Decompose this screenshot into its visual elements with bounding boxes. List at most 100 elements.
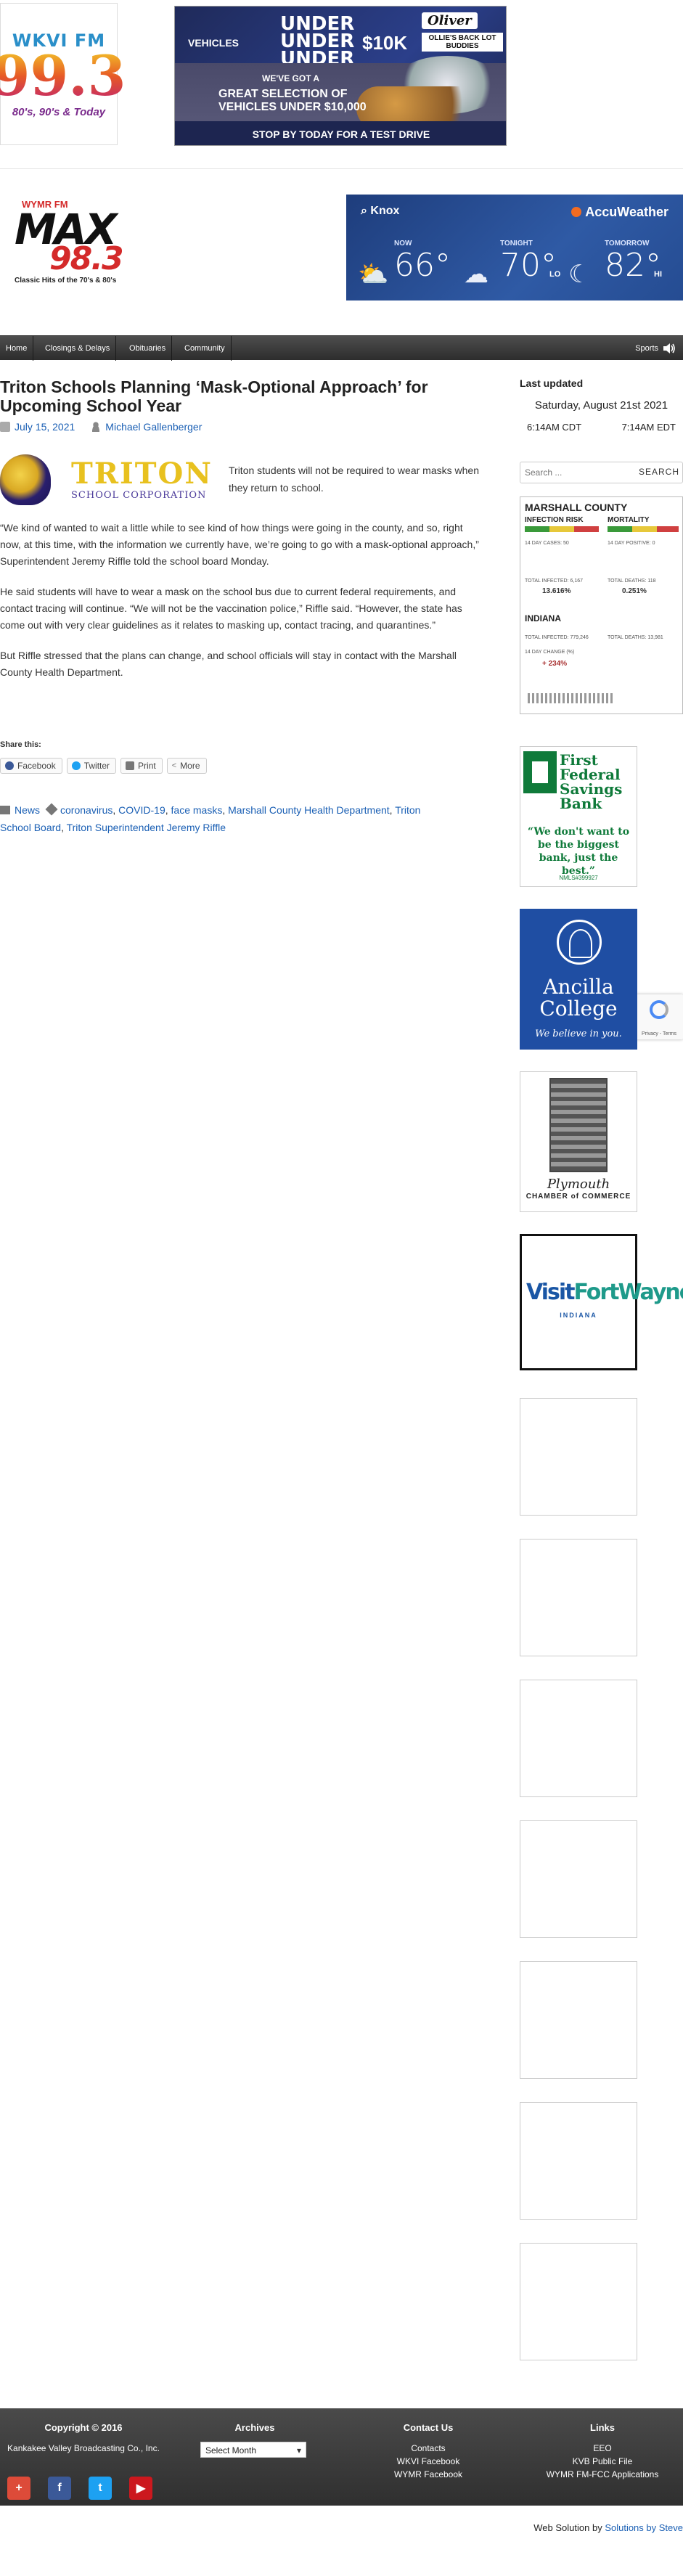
banner-amount: $10K [362, 32, 408, 54]
empty-ad-slot [520, 1961, 637, 2079]
ancilla-college-ad[interactable]: Ancilla College We believe in you. [520, 909, 637, 1050]
sidebar: Last updated Saturday, August 21st 2021 … [520, 377, 683, 2360]
ffsb-quote: “We don't want to be the biggest bank, j… [527, 826, 630, 877]
site-credit: Web Solution by Solutions by Steve [533, 2522, 683, 2533]
first-federal-ad[interactable]: First Federal Savings Bank “We don't wan… [520, 746, 637, 887]
ffsb-name-4: Bank [560, 795, 602, 812]
tag-link[interactable]: Triton [395, 804, 420, 816]
google-plus-icon[interactable]: + [7, 2477, 30, 2500]
covid-state: INDIANA [525, 613, 561, 623]
plymouth-chamber-ad[interactable]: Plymouth CHAMBER of COMMERCE [520, 1071, 637, 1212]
footer-copyright-title: Copyright © 2016 [44, 2422, 123, 2433]
search-button[interactable]: SEARCH [639, 467, 679, 477]
search-form: SEARCH [520, 462, 683, 483]
covid-county-row: TOTAL INFECTED: 6,167 [525, 578, 584, 584]
tag-link[interactable]: COVID-19 [118, 804, 165, 816]
user-icon [91, 422, 102, 432]
weather-now: ⛅ NOW 66° [358, 240, 459, 298]
ancilla-name: Ancilla College [520, 976, 637, 1020]
credit-link[interactable]: Solutions by Steve [605, 2522, 683, 2533]
archives-select[interactable]: Select Month [200, 2442, 306, 2458]
share-more-button[interactable]: < More [166, 758, 207, 774]
tag-icon [45, 803, 58, 816]
nav-closings-delays[interactable]: Closings & Delays [39, 336, 117, 361]
ancilla-seal-icon [557, 920, 602, 965]
footer-link[interactable]: WYMR FM-FCC Applications [537, 2468, 668, 2481]
footer-link[interactable]: KVB Public File [537, 2455, 668, 2468]
footer-copyright: Copyright © 2016 Kankakee Valley Broadca… [0, 2421, 167, 2455]
banner-great-1: GREAT SELECTION OF [218, 88, 348, 100]
weather-tonight-temp: 70° [500, 247, 557, 284]
share-print-button[interactable]: Print [120, 758, 163, 774]
share-more-label: More [180, 761, 200, 771]
tag-link[interactable]: coronavirus [60, 804, 113, 816]
ancilla-name-2: College [539, 997, 618, 1021]
visit-fort-wayne-ad[interactable]: VisitFortWayne INDIANA [520, 1234, 683, 1370]
weather-tonight-sub: LO [549, 270, 561, 279]
twitter-icon[interactable]: t [89, 2477, 112, 2500]
covid-dashboard[interactable]: MARSHALL COUNTY INFECTION RISK MORTALITY… [520, 496, 683, 714]
weather-tomorrow: ☾ TOMORROW 82° HI [568, 240, 670, 298]
recaptcha-text[interactable]: Privacy - Terms [635, 1031, 683, 1036]
footer-copyright-text: Kankakee Valley Broadcasting Co., Inc. [7, 2443, 160, 2453]
weather-tomorrow-temp: 82° [605, 247, 661, 284]
tags-line-1: News coronavirus, COVID-19, face masks, M… [0, 801, 486, 819]
nav-obituaries[interactable]: Obituaries [123, 336, 173, 361]
max-tagline: Classic Hits of the 70's & 80's [15, 277, 117, 285]
covid-infection-risk: INFECTION RISK [525, 516, 584, 524]
banner-got: WE'VE GOT A [262, 73, 320, 83]
weather-tonight: ☁ TONIGHT 70° LO [464, 240, 565, 298]
banner-brand: Oliver [422, 12, 478, 29]
search-input[interactable] [525, 465, 626, 480]
dealer-banner-ad[interactable]: VEHICLES UNDER UNDER UNDER $10K Oliver O… [174, 6, 507, 146]
max-frequency: 98.3 [49, 240, 124, 277]
tag-link[interactable]: Triton Superintendent Jeremy Riffle [67, 822, 226, 833]
tag-link[interactable]: face masks [171, 804, 223, 816]
article-date[interactable]: July 15, 2021 [15, 421, 75, 433]
wkvi-frequency: 99.3 [0, 48, 126, 103]
share-buttons: Facebook Twitter Print < More [0, 758, 486, 774]
article-body: “We kind of wanted to wait a little whil… [0, 520, 486, 695]
footer-link[interactable]: Contacts [377, 2442, 479, 2455]
footer-link[interactable]: EEO [537, 2442, 668, 2455]
article-tags: News coronavirus, COVID-19, face masks, M… [0, 801, 486, 836]
triton-word: TRITON [71, 456, 213, 491]
accuweather-logo: AccuWeather [571, 205, 668, 220]
tags-line-2: School Board, Triton Superintendent Jere… [0, 822, 226, 833]
facebook-icon[interactable]: f [48, 2477, 71, 2500]
nav-sports[interactable]: Sports [635, 336, 658, 361]
mortality-bar-medium [632, 526, 657, 532]
tag-link[interactable]: School Board [0, 822, 61, 833]
speaker-icon[interactable] [663, 343, 676, 354]
weather-widget[interactable]: ⌕ Knox AccuWeather ⛅ NOW 66° ☁ TONIGHT 7… [346, 195, 683, 300]
triton-wordmark: TRITON SCHOOL CORPORATION [71, 459, 213, 501]
category-link[interactable]: News [15, 804, 40, 816]
recaptcha-icon [650, 1000, 668, 1019]
folder-icon [0, 806, 10, 814]
nav-home[interactable]: Home [0, 336, 34, 361]
footer-link[interactable]: WKVI Facebook [377, 2455, 479, 2468]
covid-county-row: TOTAL DEATHS: 118 [608, 578, 656, 584]
wkvi-tagline: 80's, 90's & Today [12, 105, 106, 118]
tag-link[interactable]: Marshall County Health Department [228, 804, 390, 816]
article-author[interactable]: Michael Gallenberger [105, 421, 202, 433]
article: Triton Schools Planning ‘Mask-Optional A… [0, 377, 486, 833]
banner-great: GREAT SELECTION OF VEHICLES UNDER $10,00… [218, 88, 367, 114]
article-paragraph: He said students will have to wear a mas… [0, 586, 462, 631]
share-facebook-button[interactable]: Facebook [0, 758, 62, 774]
max-983-logo[interactable]: WYMR FM MAX 98.3 Classic Hits of the 70'… [15, 199, 138, 308]
recaptcha-badge[interactable]: Privacy - Terms [635, 994, 683, 1039]
time-cdt: 6:14AM CDT [527, 422, 582, 433]
accuweather-sun-icon [571, 207, 582, 217]
youtube-icon[interactable]: ▶ [129, 2477, 152, 2500]
nav-community[interactable]: Community [179, 336, 232, 361]
footer-link[interactable]: WYMR Facebook [377, 2468, 479, 2481]
covid-county-row: 14 DAY POSITIVE: 0 [608, 541, 655, 546]
share-twitter-button[interactable]: Twitter [66, 758, 117, 774]
wkvi-logo[interactable]: WKVI FM 99.3 80's, 90's & Today [0, 3, 126, 145]
fort-wayne-state: INDIANA [560, 1312, 597, 1319]
last-updated-date: Saturday, August 21st 2021 [534, 399, 668, 412]
ffsb-name-1: First [560, 751, 598, 769]
covid-county-pct1: 13.616% [542, 587, 571, 595]
empty-ad-slot [520, 1820, 637, 1938]
